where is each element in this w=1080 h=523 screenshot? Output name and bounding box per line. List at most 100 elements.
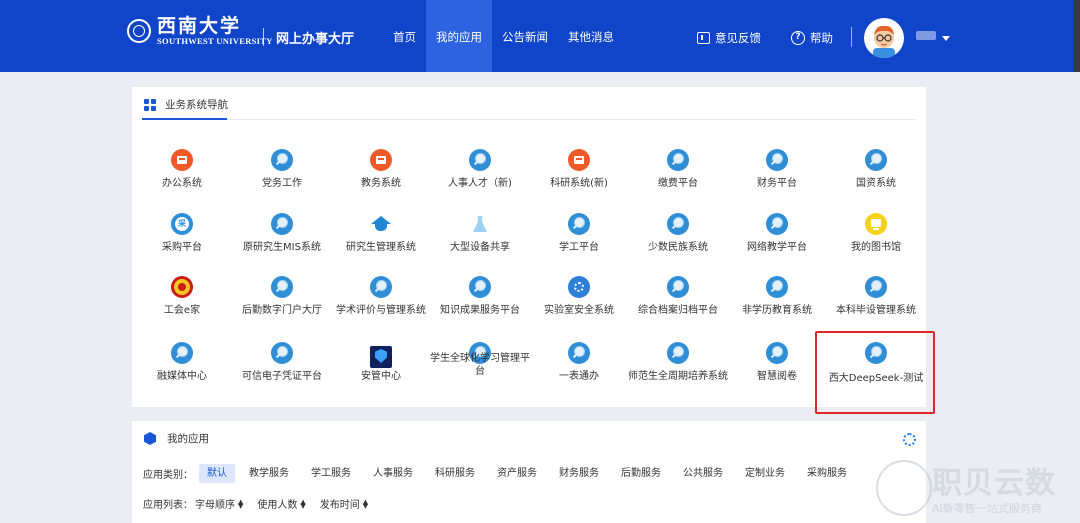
feedback-label: 意见反馈 [715,31,761,45]
user-name-placeholder[interactable] [916,31,936,40]
category-chip[interactable]: 公共服务 [675,464,731,483]
magnifier-bulb-icon [568,213,590,235]
feedback-icon [697,32,710,44]
app-label: 本科毕设管理系统 [836,305,916,316]
category-chip[interactable]: 后勤服务 [613,464,669,483]
magnifier-bulb-icon [865,149,887,171]
magnifier-bulb-icon [271,213,293,235]
watermark-title: 职贝云数 [932,466,1056,501]
panel-title-underline [142,118,227,120]
sort-publish-time[interactable]: 发布时间 ▲ ▼ [320,496,368,511]
chevron-down-icon[interactable] [942,36,950,41]
panel-title-row: 业务系统导航 [144,97,228,112]
category-chip[interactable]: 定制业务 [737,464,793,483]
nav-other-messages[interactable]: 其他消息 [558,0,624,72]
list-label: 应用列表： [143,500,193,511]
app-label: 师范生全周期培养系统 [628,371,728,382]
avatar[interactable] [864,18,904,58]
feedback-button[interactable]: 意见反馈 [697,30,761,46]
union-emblem-icon [171,276,193,298]
app-label: 少数民族系统 [648,242,708,253]
app-label: 财务平台 [757,178,797,189]
university-logo[interactable]: 西南大学 SOUTHWEST UNIVERSITY [127,16,273,46]
purchase-icon [171,213,193,235]
top-header: 西南大学 SOUTHWEST UNIVERSITY 网上办事大厅 首页 我的应用… [0,0,1080,72]
app-label: 学工平台 [559,242,599,253]
watermark-logo-icon [876,460,932,516]
app-label: 学生全球化学习管理平台 [430,353,530,377]
shield-icon [370,346,392,368]
logo-chinese-name: 西南大学 [157,15,242,37]
app-label: 研究生管理系统 [346,242,416,253]
gear-icon [568,276,590,298]
app-label: 学术评价与管理系统 [336,305,426,316]
app-label: 党务工作 [262,178,302,189]
avatar-face-icon [873,25,895,58]
app-label: 安管中心 [361,371,401,382]
red-doc-icon [171,149,193,171]
magnifier-bulb-icon [667,276,689,298]
panel-title-divider [142,119,916,120]
sort-alphabetical[interactable]: 字母顺序 ▲ ▼ [195,496,243,511]
sort-user-count[interactable]: 使用人数 ▲ ▼ [257,496,305,511]
category-chip[interactable]: 学工服务 [303,464,359,483]
category-chip[interactable]: 默认 [199,464,235,483]
app-label: 原研究生MIS系统 [243,242,321,253]
sort-arrows-icon: ▲ ▼ [238,497,244,510]
app-label: 知识成果服务平台 [440,305,520,316]
nav-home[interactable]: 首页 [383,0,426,72]
category-chip[interactable]: 科研服务 [427,464,483,483]
sort-arrows-icon: ▲ ▼ [362,497,369,510]
logo-english-name: SOUTHWEST UNIVERSITY [157,36,273,46]
panel-title: 业务系统导航 [165,99,228,111]
app-label: 大型设备共享 [450,242,510,253]
business-nav-panel: 业务系统导航 办公系统 党务工作 教务系统 人事人才（新) 科研系统(新) 缴费平台 财务平… [132,87,926,407]
graduation-cap-icon [370,213,392,235]
main-nav: 首页 我的应用 公告新闻 其他消息 [383,0,624,72]
app-label: 办公系统 [162,178,202,189]
app-label: 缴费平台 [658,178,698,189]
cube-icon [144,432,156,445]
nav-my-apps[interactable]: 我的应用 [426,0,492,72]
magnifier-bulb-icon [766,149,788,171]
help-icon: ? [791,31,805,45]
magnifier-bulb-icon [271,149,293,171]
watermark: 职贝云数 AI新零售一站式服务商 [868,458,1080,523]
magnifier-bulb-icon [568,342,590,364]
settings-gear-icon[interactable] [903,433,916,446]
app-label: 科研系统(新) [550,178,608,189]
sort-publish-time-label: 发布时间 [319,500,360,511]
nav-announcements[interactable]: 公告新闻 [492,0,558,72]
help-label: 帮助 [810,31,833,45]
category-chip[interactable]: 教学服务 [241,464,297,483]
category-chip[interactable]: 财务服务 [551,464,607,483]
my-apps-title-row: 我的应用 [144,431,209,446]
category-chip[interactable]: 采购服务 [799,464,855,483]
app-label: 国资系统 [856,178,896,189]
app-label: 采购平台 [162,242,202,253]
app-label: 实验室安全系统 [544,305,614,316]
category-label: 应用类别： [143,470,193,481]
magnifier-bulb-icon [766,213,788,235]
category-chip[interactable]: 人事服务 [365,464,421,483]
magnifier-bulb-icon [667,213,689,235]
app-label: 人事人才（新) [448,178,512,189]
highlight-box [815,331,935,414]
app-label: 教务系统 [361,178,401,189]
magnifier-bulb-icon [271,342,293,364]
category-chip[interactable]: 资产服务 [489,464,545,483]
magnifier-bulb-icon [271,276,293,298]
red-doc-icon [568,149,590,171]
list-sort-row: 应用列表： 字母顺序 ▲ ▼ 使用人数 ▲ ▼ 发布时间 ▲ ▼ [143,496,382,511]
app-label: 综合档案归档平台 [638,305,718,316]
portal-title: 网上办事大厅 [276,32,355,47]
category-filter-row: 应用类别： 默认 教学服务 学工服务 人事服务 科研服务 资产服务 财务服务 后勤服务 公共服务… [143,464,861,483]
app-label: 融媒体中心 [157,371,207,382]
red-doc-icon [370,149,392,171]
magnifier-bulb-icon [667,149,689,171]
app-label: 我的图书馆 [851,242,901,253]
magnifier-bulb-icon [469,276,491,298]
app-label: 智慧阅卷 [757,371,797,382]
sort-user-count-label: 使用人数 [257,500,298,511]
help-button[interactable]: ? 帮助 [791,30,833,46]
